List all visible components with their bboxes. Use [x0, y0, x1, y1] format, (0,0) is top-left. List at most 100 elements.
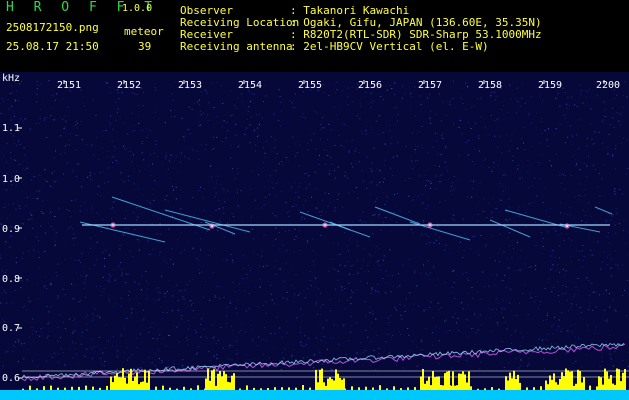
noise-dot: [553, 228, 554, 229]
noise-dot: [577, 337, 579, 339]
noise-dot: [571, 239, 572, 241]
noise-dot: [241, 322, 243, 324]
noise-dot: [452, 270, 454, 272]
noise-dot: [120, 335, 122, 337]
noise-dot: [23, 223, 24, 225]
noise-dot: [3, 320, 5, 322]
noise-dot: [565, 286, 567, 288]
noise-dot: [249, 185, 251, 187]
noise-dot: [210, 82, 212, 84]
noise-dot: [274, 139, 276, 141]
noise-dot: [546, 139, 548, 141]
noise-dot: [74, 244, 75, 246]
noise-dot: [5, 271, 6, 273]
noise-dot: [414, 151, 416, 153]
noise-dot: [241, 93, 243, 95]
noise-dot: [40, 331, 42, 333]
noise-dot: [542, 195, 544, 197]
noise-dot: [107, 181, 109, 183]
noise-dot: [526, 365, 528, 367]
noise-dot: [412, 168, 414, 170]
noise-dot: [468, 304, 470, 305]
noise-dot: [143, 309, 145, 311]
noise-dot: [365, 91, 367, 93]
noise-dot: [290, 284, 292, 286]
noise-dot: [166, 262, 168, 264]
noise-dot: [300, 182, 302, 184]
activity-bar: [428, 386, 430, 390]
noise-dot: [436, 140, 438, 142]
noise-dot: [75, 124, 77, 126]
noise-dot: [559, 257, 561, 259]
noise-dot: [291, 102, 293, 104]
noise-dot: [64, 126, 66, 128]
noise-dot: [519, 367, 520, 369]
noise-dot: [502, 190, 504, 192]
noise-dot: [180, 155, 182, 157]
noise-dot: [344, 232, 346, 234]
noise-dot: [609, 219, 611, 221]
time-tick-label: 2153: [178, 80, 203, 91]
noise-dot: [66, 162, 68, 164]
noise-dot: [16, 170, 17, 172]
noise-dot: [504, 274, 506, 276]
noise-dot: [76, 324, 78, 326]
noise-dot: [372, 287, 374, 289]
noise-dot: [15, 262, 17, 264]
noise-dot: [304, 297, 306, 299]
noise-dot: [138, 202, 140, 204]
noise-dot: [577, 289, 579, 291]
noise-dot: [192, 310, 194, 312]
noise-dot: [401, 318, 403, 320]
noise-dot: [615, 193, 617, 195]
noise-dot: [474, 148, 476, 150]
noise-dot: [612, 215, 613, 217]
noise-dot: [94, 308, 96, 310]
noise-dot: [265, 312, 267, 314]
noise-dot: [552, 264, 554, 266]
noise-dot: [248, 106, 250, 108]
noise-dot: [451, 218, 453, 220]
noise-dot: [53, 245, 55, 247]
activity-bar: [620, 381, 622, 390]
noise-dot: [98, 215, 100, 216]
noise-dot: [20, 118, 22, 120]
noise-dot: [435, 188, 437, 190]
noise-dot: [468, 121, 469, 123]
noise-dot: [74, 259, 76, 261]
noise-dot: [266, 265, 268, 267]
noise-dot: [319, 211, 321, 213]
noise-dot: [503, 105, 505, 107]
noise-dot: [444, 249, 446, 251]
noise-dot: [36, 335, 38, 336]
noise-dot: [376, 261, 378, 263]
noise-dot: [528, 113, 530, 115]
noise-dot: [333, 337, 335, 339]
activity-bar: [365, 386, 367, 390]
noise-dot: [167, 200, 169, 202]
noise-dot: [546, 346, 547, 348]
activity-bar: [227, 381, 229, 390]
noise-dot: [146, 137, 148, 138]
activity-bar: [477, 388, 479, 390]
noise-dot: [429, 272, 431, 274]
activity-bar: [316, 387, 318, 390]
noise-dot: [409, 292, 411, 294]
noise-dot: [412, 232, 414, 234]
noise-dot: [268, 357, 270, 359]
noise-dot: [324, 149, 326, 151]
noise-dot: [576, 250, 578, 252]
noise-dot: [397, 273, 399, 275]
noise-dot: [521, 249, 522, 251]
noise-dot: [335, 289, 337, 290]
noise-dot: [157, 183, 159, 185]
noise-dot: [216, 285, 218, 287]
activity-bar: [343, 378, 345, 390]
noise-dot: [356, 163, 358, 165]
noise-dot: [344, 307, 346, 309]
noise-dot: [359, 102, 361, 104]
freq-tick-label: 0.8: [2, 274, 21, 285]
activity-bar: [36, 388, 38, 390]
noise-dot: [314, 287, 316, 289]
noise-dot: [150, 175, 152, 177]
